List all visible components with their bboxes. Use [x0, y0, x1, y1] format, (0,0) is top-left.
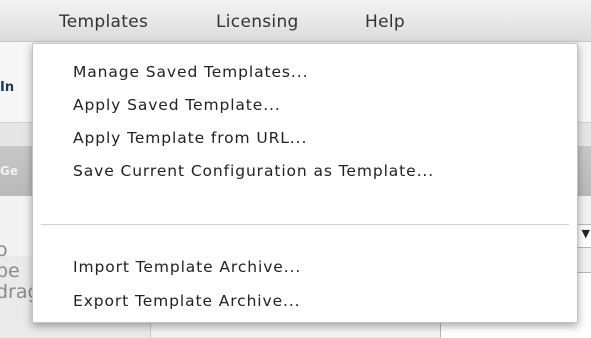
menu-bar: Templates Licensing Help [0, 0, 591, 42]
menu-item-manage-saved-templates[interactable]: Manage Saved Templates... [73, 58, 308, 86]
menu-licensing[interactable]: Licensing [216, 9, 299, 35]
menu-item-export-template-archive[interactable]: Export Template Archive... [73, 287, 301, 315]
menu-item-import-template-archive[interactable]: Import Template Archive... [73, 253, 301, 281]
menu-item-apply-template-from-url[interactable]: Apply Template from URL... [73, 124, 307, 152]
templates-dropdown-menu: Manage Saved Templates... Apply Saved Te… [32, 43, 578, 323]
menu-help[interactable]: Help [365, 9, 405, 35]
tab-label[interactable]: Ge [0, 164, 18, 178]
menu-templates[interactable]: Templates [59, 9, 148, 35]
menu-item-save-configuration-as-template[interactable]: Save Current Configuration as Template..… [73, 157, 434, 185]
panel-title: In [0, 80, 15, 95]
chevron-down-icon: ▼ [581, 227, 590, 240]
menu-separator [41, 224, 569, 226]
menu-item-apply-saved-template[interactable]: Apply Saved Template... [73, 91, 281, 119]
